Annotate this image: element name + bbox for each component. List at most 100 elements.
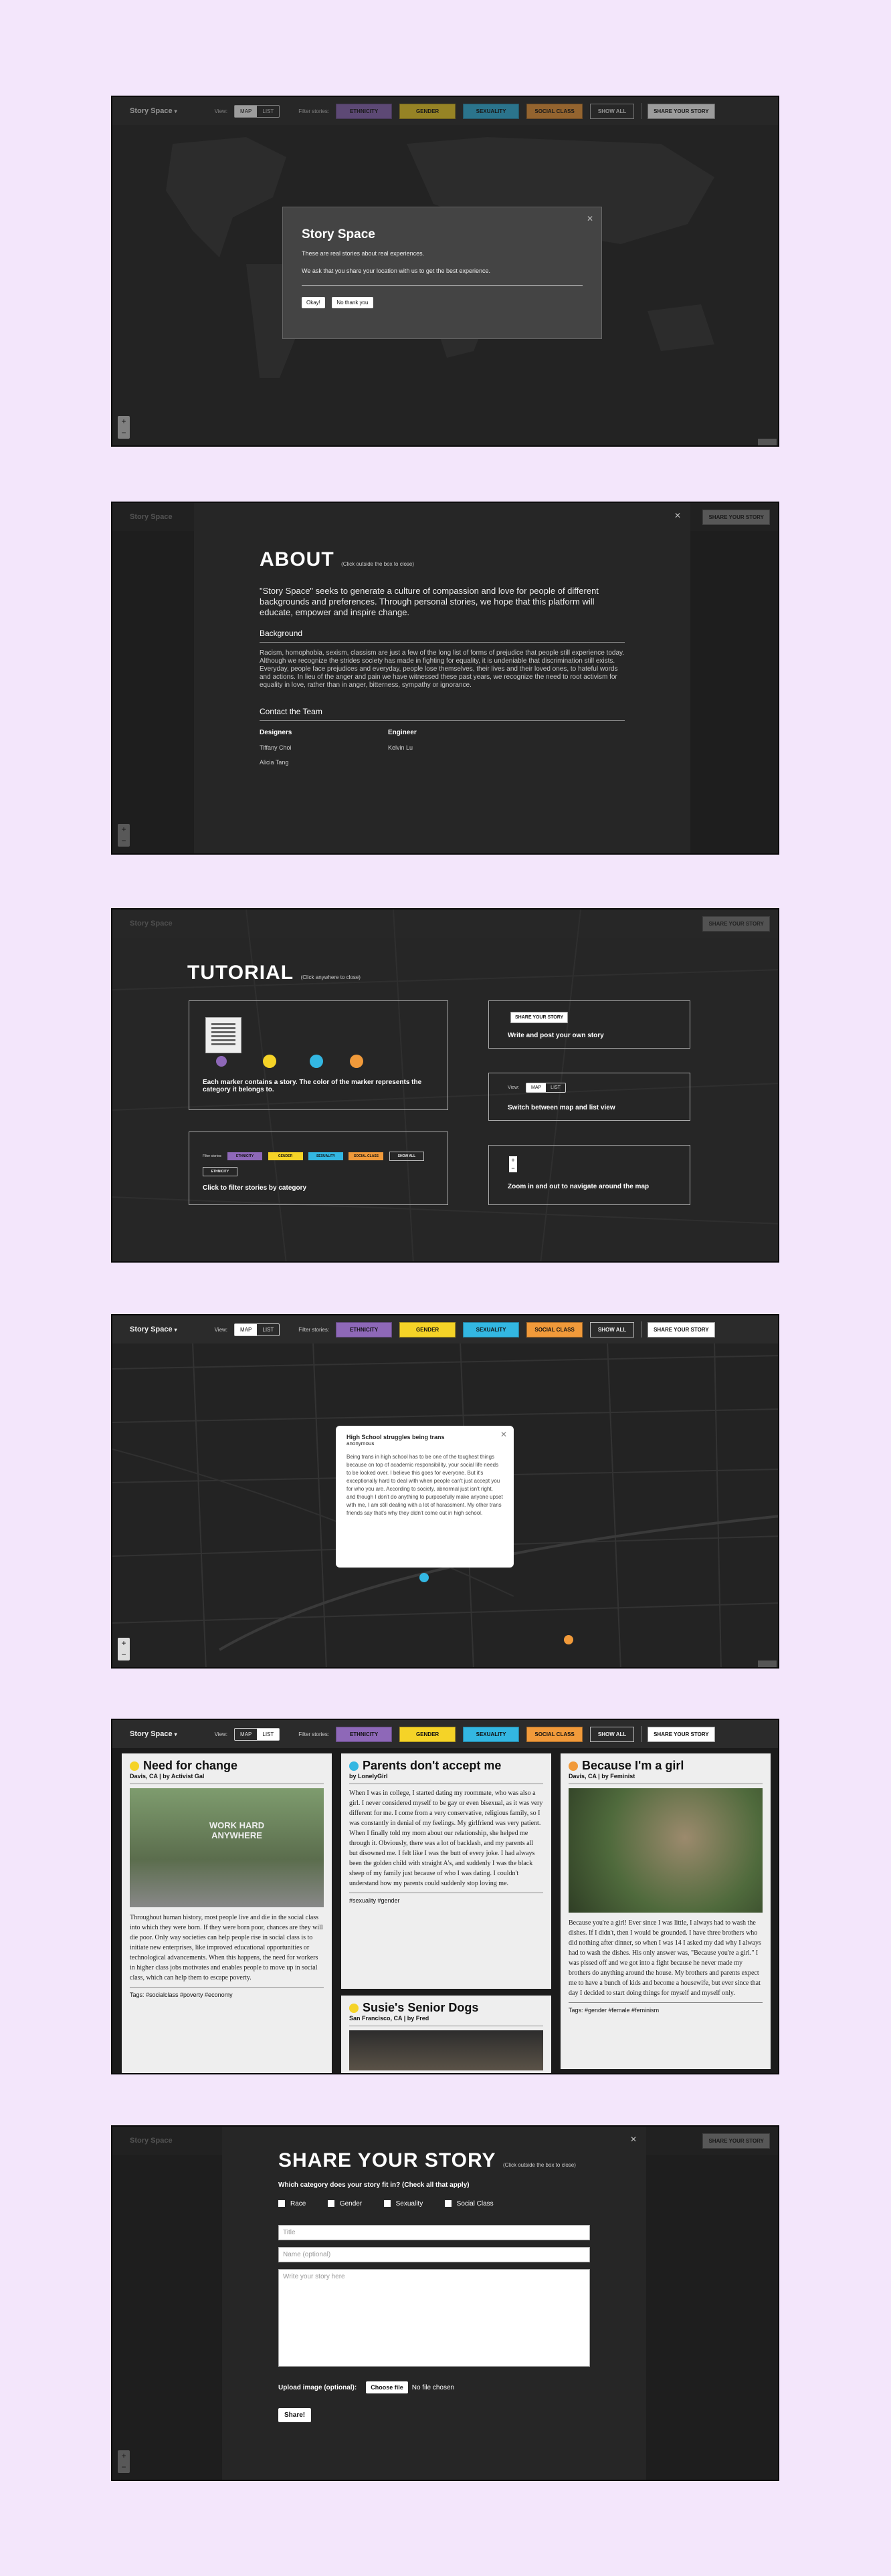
show-all-button[interactable]: SHOW ALL <box>590 1726 635 1742</box>
checkbox-box[interactable] <box>444 2200 452 2207</box>
close-icon[interactable]: ✕ <box>587 214 593 223</box>
page-title: TUTORIAL <box>187 962 294 984</box>
checkbox-label: Social Class <box>456 2199 494 2208</box>
filter-ethnicity-button[interactable]: ETHNICITY <box>336 1321 393 1337</box>
map-view-button[interactable]: MAP <box>235 105 258 117</box>
checkbox-box[interactable] <box>278 2200 285 2207</box>
zoom-control-icon: + − <box>509 1156 517 1172</box>
filter-sexuality-button[interactable]: SEXUALITY <box>463 1321 520 1337</box>
chevron-down-icon: ▾ <box>174 1731 177 1737</box>
sexuality-checkbox[interactable]: Sexuality <box>383 2199 423 2208</box>
list-view-button[interactable]: LIST <box>257 1324 279 1335</box>
story-card[interactable]: Need for change Davis, CA | by Activist … <box>122 1753 332 2073</box>
checkbox-box[interactable] <box>327 2200 334 2207</box>
background-text: Racism, homophobia, sexism, classism are… <box>260 649 625 689</box>
share-story-button[interactable]: SHARE YOUR STORY <box>702 916 770 932</box>
story-card[interactable]: Parents don't accept me by LonelyGirl Wh… <box>341 1753 551 1989</box>
close-icon[interactable]: ✕ <box>674 511 681 520</box>
filter-label: Filter stories: <box>298 108 330 114</box>
share-story-button[interactable]: SHARE YOUR STORY <box>648 1726 715 1742</box>
filter-social-class-button[interactable]: SOCIAL CLASS <box>526 1726 583 1742</box>
share-tutorial: SHARE YOUR STORY Write and post your own… <box>488 1000 690 1049</box>
filter-sexuality-button[interactable]: SEXUALITY <box>463 103 520 119</box>
share-story-button[interactable]: SHARE YOUR STORY <box>702 509 770 525</box>
zoom-in-button[interactable]: + <box>118 824 130 835</box>
checkbox-label: Sexuality <box>395 2199 423 2208</box>
gender-marker-icon <box>263 1055 276 1068</box>
share-story-button[interactable]: SHARE YOUR STORY <box>702 2133 770 2149</box>
filter-gender-button[interactable]: GENDER <box>399 103 456 119</box>
submit-share-button[interactable]: Share! <box>278 2408 312 2422</box>
story-text: When I was in college, I started dating … <box>349 1790 543 1887</box>
story-byline: Davis, CA | by Activist Gal <box>130 1773 324 1784</box>
screen-about: Story Space SHARE YOUR STORY ✕ ABOUT (Cl… <box>111 502 779 855</box>
story-card[interactable]: Susie's Senior Dogs San Francisco, CA | … <box>341 1996 551 2073</box>
show-all-button[interactable]: SHOW ALL <box>590 1321 635 1337</box>
zoom-in-button[interactable]: + <box>118 2450 130 2462</box>
brand-name: Story Space <box>130 920 173 928</box>
filter-label: Filter stories: <box>298 1731 330 1737</box>
brand-menu[interactable]: Story Space ▾ <box>130 1730 177 1738</box>
story-textarea[interactable]: Write your story here <box>278 2269 590 2367</box>
view-toggle: MAP LIST <box>234 104 280 118</box>
brand-menu[interactable]: Story Space ▾ <box>130 107 177 115</box>
zoom-out-button[interactable]: − <box>118 1649 130 1660</box>
filter-ethnicity-button: ETHNICITY <box>227 1152 263 1160</box>
brand-menu[interactable]: Story Space <box>130 920 173 928</box>
brand-name: Story Space <box>130 2137 173 2145</box>
story-card[interactable]: Because I'm a girl Davis, CA | by Femini… <box>561 1753 771 2069</box>
filter-social-class-button[interactable]: SOCIAL CLASS <box>526 103 583 119</box>
choose-file-button[interactable]: Choose file <box>366 2381 408 2393</box>
title-input[interactable]: Title <box>278 2225 590 2240</box>
close-icon[interactable]: ✕ <box>630 2135 637 2144</box>
zoom-tutorial: + − Zoom in and out to navigate around th… <box>488 1145 690 1205</box>
zoom-in-button[interactable]: + <box>118 416 130 427</box>
share-story-button[interactable]: SHARE YOUR STORY <box>648 103 715 119</box>
about-header: ABOUT (Click outside the box to close) <box>260 548 625 571</box>
screen-tutorial: Story Space SHARE YOUR STORY TUTORIAL (C… <box>111 908 779 1263</box>
filter-social-class-button[interactable]: SOCIAL CLASS <box>526 1321 583 1337</box>
checkbox-box[interactable] <box>383 2200 391 2207</box>
filter-ethnicity-button[interactable]: ETHNICITY <box>336 103 393 119</box>
designers-column: Designers Tiffany Choi Alicia Tang <box>260 729 388 774</box>
zoom-out-button[interactable]: − <box>118 835 130 847</box>
brand-name: Story Space <box>130 1730 173 1738</box>
brand-menu[interactable]: Story Space ▾ <box>130 1325 177 1333</box>
zoom-in-button[interactable]: + <box>118 1638 130 1649</box>
brand-menu[interactable]: Story Space <box>130 2137 173 2145</box>
modal-title: Story Space <box>302 227 375 241</box>
share-story-button[interactable]: SHARE YOUR STORY <box>648 1321 715 1337</box>
filter-ethnicity-button[interactable]: ETHNICITY <box>336 1726 393 1742</box>
map-view-button[interactable]: MAP <box>235 1323 258 1335</box>
screen-map: Story Space ▾ View: MAP LIST Filter storie… <box>111 1314 779 1669</box>
filter-gender-button[interactable]: GENDER <box>399 1321 456 1337</box>
no-thanks-button[interactable]: No thank you <box>332 297 373 308</box>
close-hint: (Click anywhere to close) <box>300 974 361 980</box>
filter-sexuality-button[interactable]: SEXUALITY <box>463 1726 520 1742</box>
modal-text-2: We ask that you share your location with… <box>302 267 490 274</box>
zoom-control: + − <box>118 824 130 847</box>
close-icon[interactable]: ✕ <box>500 1430 507 1439</box>
race-checkbox[interactable]: Race <box>278 2200 306 2208</box>
gender-checkbox[interactable]: Gender <box>327 2199 363 2208</box>
engineer-label: Engineer <box>388 729 417 736</box>
story-tags: #sexuality #gender <box>349 1893 543 1904</box>
list-view-button[interactable]: LIST <box>257 106 279 117</box>
chevron-down-icon: ▾ <box>174 108 177 114</box>
brand-menu[interactable]: Story Space <box>130 513 173 521</box>
story-title: Need for change <box>143 1759 238 1772</box>
map-attribution <box>758 1660 777 1667</box>
filter-gender-button[interactable]: GENDER <box>399 1726 456 1742</box>
okay-button[interactable]: Okay! <box>302 297 325 308</box>
list-view-button[interactable]: LIST <box>257 1728 280 1740</box>
zoom-out-button[interactable]: − <box>118 2462 130 2473</box>
social-class-checkbox[interactable]: Social Class <box>444 2199 494 2208</box>
show-all-button[interactable]: SHOW ALL <box>590 103 635 119</box>
zoom-out-button[interactable]: − <box>118 427 130 439</box>
checkbox-label: Gender <box>339 2199 363 2208</box>
popup-author: anonymous <box>346 1440 375 1446</box>
map-view-button[interactable]: MAP <box>235 1729 257 1740</box>
view-label: View: <box>214 108 228 114</box>
story-text: Because you're a girl! Ever since I was … <box>569 1919 761 1997</box>
name-input[interactable]: Name (optional) <box>278 2247 590 2262</box>
